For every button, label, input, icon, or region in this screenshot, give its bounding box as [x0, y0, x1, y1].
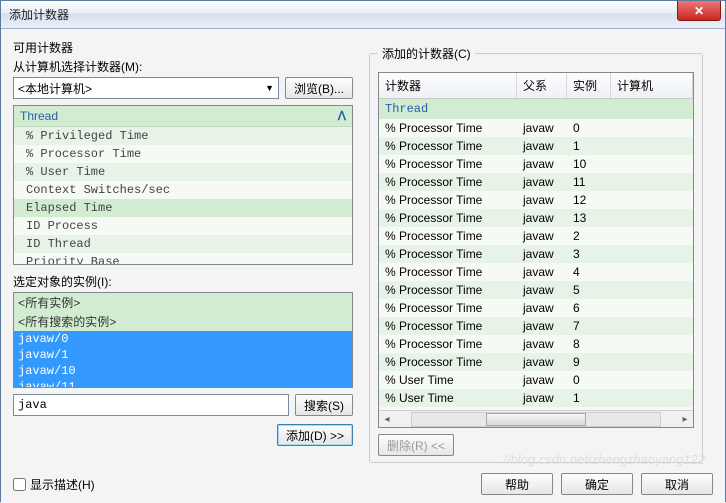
remove-button[interactable]: 删除(R) << [378, 434, 454, 456]
scroll-left-icon[interactable]: ◂ [379, 414, 395, 425]
col-parent[interactable]: 父系 [517, 73, 567, 98]
counter-item[interactable]: % Privileged Time [14, 127, 352, 145]
counter-item[interactable]: % Processor Time [14, 145, 352, 163]
added-group-header[interactable]: Thread [379, 99, 693, 119]
dialog-body: 可用计数器 从计算机选择计数器(M): <本地计算机> ▼ 浏览(B)... T… [1, 29, 725, 503]
titlebar[interactable]: 添加计数器 ✕ [1, 1, 725, 29]
computer-combo-value: <本地计算机> [18, 80, 92, 97]
added-counter-row[interactable]: % Processor Timejavaw12 [379, 191, 693, 209]
added-counters-list[interactable]: 计数器 父系 实例 计算机 Thread% Processor Timejava… [378, 72, 694, 428]
counter-group-name: Thread [20, 109, 58, 123]
added-counters-label: 添加的计数器(C) [378, 45, 475, 62]
scroll-right-icon[interactable]: ▸ [677, 414, 693, 425]
bottom-bar: 显示描述(H) 帮助 确定 取消 [13, 473, 713, 495]
added-counter-row[interactable]: % Processor Timejavaw1 [379, 137, 693, 155]
close-icon: ✕ [694, 4, 704, 18]
ok-button[interactable]: 确定 [561, 473, 633, 495]
available-counters-panel: 可用计数器 从计算机选择计数器(M): <本地计算机> ▼ 浏览(B)... T… [13, 39, 353, 446]
close-button[interactable]: ✕ [677, 1, 721, 21]
added-counter-row[interactable]: % Processor Timejavaw3 [379, 245, 693, 263]
select-computer-label: 从计算机选择计数器(M): [13, 58, 353, 75]
instance-item-meta[interactable]: <所有搜索的实例> [14, 312, 352, 331]
added-counter-row[interactable]: % Processor Timejavaw9 [379, 353, 693, 371]
added-counter-row[interactable]: % Processor Timejavaw4 [379, 263, 693, 281]
added-counter-row[interactable]: % Processor Timejavaw7 [379, 317, 693, 335]
added-counter-row[interactable]: % Processor Timejavaw5 [379, 281, 693, 299]
counter-item[interactable]: Elapsed Time [14, 199, 352, 217]
col-instance[interactable]: 实例 [567, 73, 611, 98]
counter-group-header[interactable]: Thread ᐱ [14, 106, 352, 127]
instance-item[interactable]: javaw/11 [14, 379, 352, 388]
added-counter-row[interactable]: % Processor Timejavaw11 [379, 173, 693, 191]
col-counter[interactable]: 计数器 [379, 73, 517, 98]
added-counter-row[interactable]: % Processor Timejavaw10 [379, 155, 693, 173]
instance-item[interactable]: javaw/0 [14, 331, 352, 347]
computer-combo[interactable]: <本地计算机> ▼ [13, 77, 279, 99]
counters-listbox[interactable]: Thread ᐱ % Privileged Time% Processor Ti… [13, 105, 353, 265]
show-description-label: 显示描述(H) [30, 476, 95, 493]
window-title: 添加计数器 [9, 6, 69, 23]
chevron-up-icon: ᐱ [338, 109, 346, 123]
instance-item[interactable]: javaw/1 [14, 347, 352, 363]
counter-item[interactable]: Context Switches/sec [14, 181, 352, 199]
scrollbar-thumb[interactable] [486, 413, 585, 426]
instance-item[interactable]: javaw/10 [14, 363, 352, 379]
dialog-window: 添加计数器 ✕ 可用计数器 从计算机选择计数器(M): <本地计算机> ▼ 浏览… [0, 0, 726, 502]
counter-item[interactable]: Priority Base [14, 253, 352, 265]
chevron-down-icon: ▼ [265, 83, 274, 93]
search-button[interactable]: 搜索(S) [295, 394, 353, 416]
added-counter-row[interactable]: % Processor Timejavaw2 [379, 227, 693, 245]
available-counters-label: 可用计数器 [13, 39, 353, 56]
instance-item-meta[interactable]: <所有实例> [14, 293, 352, 312]
added-counter-row[interactable]: % User Timejavaw1 [379, 389, 693, 407]
added-counters-panel: 添加的计数器(C) 计数器 父系 实例 计算机 Thread% Processo… [369, 39, 703, 463]
col-computer[interactable]: 计算机 [611, 73, 693, 98]
cancel-button[interactable]: 取消 [641, 473, 713, 495]
added-columns-header: 计数器 父系 实例 计算机 [379, 73, 693, 99]
help-button[interactable]: 帮助 [481, 473, 553, 495]
added-counter-row[interactable]: % Processor Timejavaw8 [379, 335, 693, 353]
counter-item[interactable]: ID Thread [14, 235, 352, 253]
added-counter-row[interactable]: % Processor Timejavaw6 [379, 299, 693, 317]
counter-item[interactable]: ID Process [14, 217, 352, 235]
add-button[interactable]: 添加(D) >> [277, 424, 353, 446]
show-description-checkbox[interactable]: 显示描述(H) [13, 476, 95, 493]
added-counter-row[interactable]: % Processor Timejavaw13 [379, 209, 693, 227]
counter-item[interactable]: % User Time [14, 163, 352, 181]
show-description-input[interactable] [13, 478, 26, 491]
added-counter-row[interactable]: % Processor Timejavaw0 [379, 119, 693, 137]
instances-listbox[interactable]: <所有实例><所有搜索的实例>javaw/0javaw/1javaw/10jav… [13, 292, 353, 388]
instances-label: 选定对象的实例(I): [13, 273, 353, 290]
browse-button[interactable]: 浏览(B)... [285, 77, 353, 99]
added-counter-row[interactable]: % User Timejavaw0 [379, 371, 693, 389]
added-counters-fieldset: 添加的计数器(C) 计数器 父系 实例 计算机 Thread% Processo… [369, 45, 703, 463]
horizontal-scrollbar[interactable]: ◂ ▸ [379, 410, 693, 427]
search-input[interactable] [13, 394, 289, 416]
